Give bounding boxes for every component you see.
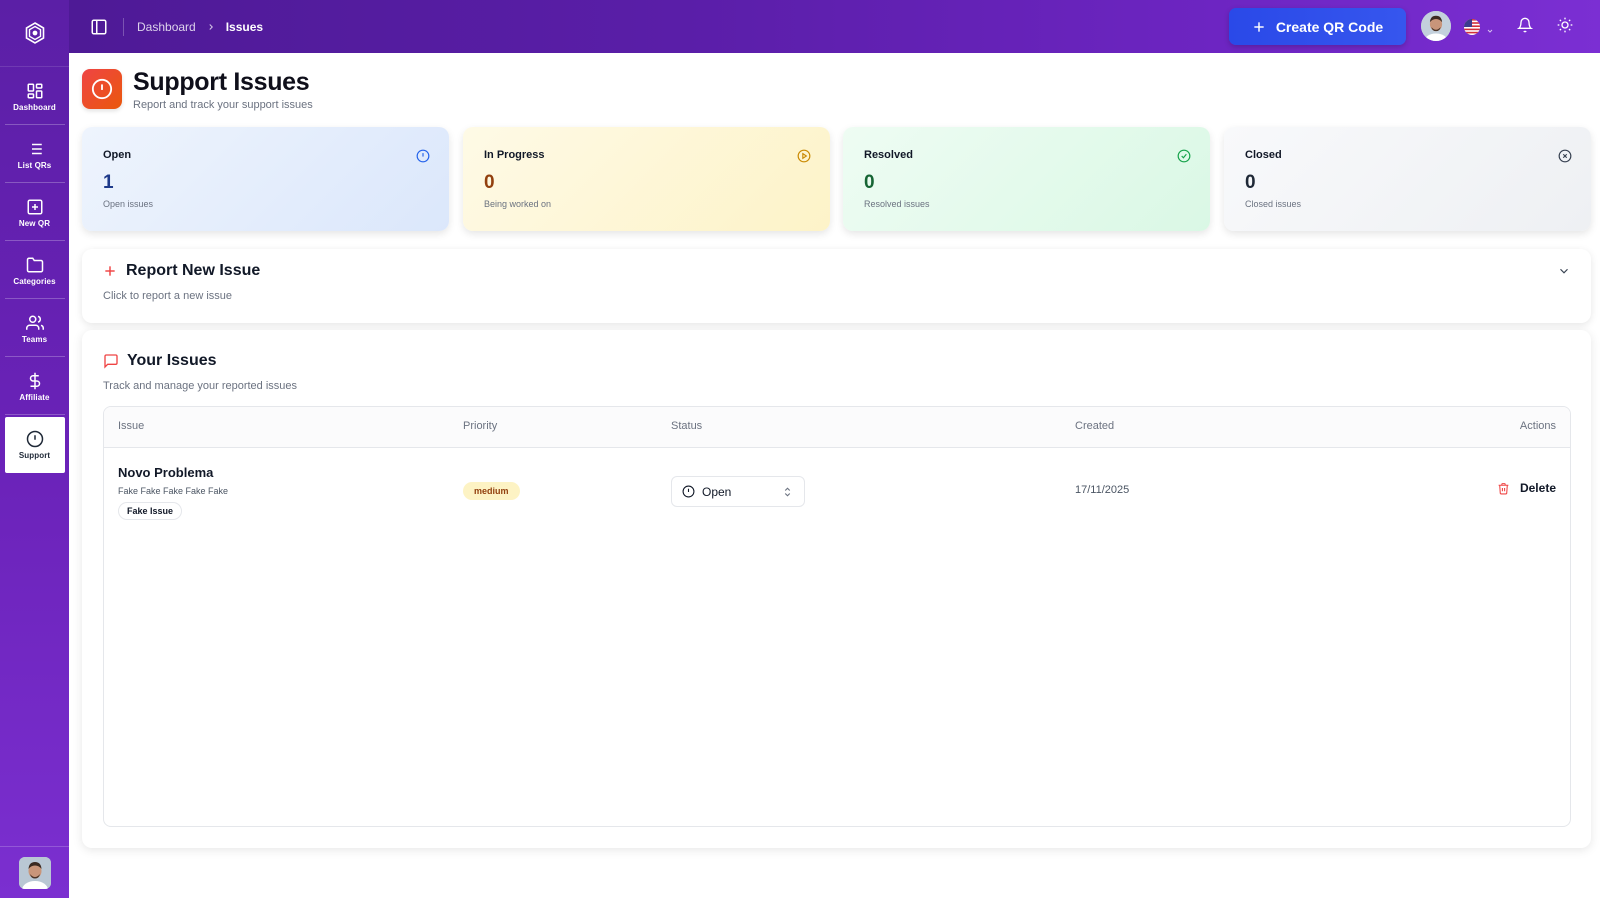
created-date: 17/11/2025 [1075, 484, 1130, 496]
alert-circle-icon [26, 430, 43, 448]
stat-description: Open issues [103, 199, 154, 209]
app-logo[interactable] [0, 0, 69, 67]
alert-circle-icon [682, 485, 695, 498]
us-flag-icon[interactable] [1464, 19, 1480, 35]
plus-icon [1254, 21, 1264, 32]
chevrons-up-down-icon [784, 487, 791, 497]
alert-circle-icon [91, 78, 113, 100]
user-photo-icon [18, 856, 51, 889]
sidebar-item-label: Dashboard [13, 102, 56, 112]
column-header-status: Status [671, 420, 703, 432]
delete-button[interactable]: Delete [1497, 481, 1556, 495]
breadcrumb: Dashboard Issues [137, 20, 263, 34]
plus-icon [105, 266, 115, 276]
sidebar-item-list-qrs[interactable]: List QRs [4, 127, 65, 183]
list-icon [27, 143, 42, 154]
stat-value: 1 [103, 172, 114, 193]
plus-square-icon [27, 199, 42, 214]
sidebar-item-categories[interactable]: Categories [4, 243, 65, 299]
play-circle-icon [797, 149, 811, 163]
stat-value: 0 [484, 172, 495, 193]
issue-description: Fake Fake Fake Fake Fake [118, 486, 229, 496]
stat-card-resolved: Resolved 0 Resolved issues [843, 127, 1210, 231]
x-circle-icon [1558, 149, 1572, 163]
alert-circle-icon [416, 149, 430, 163]
stat-value: 0 [864, 172, 875, 193]
create-qr-code-label: Create QR Code [1275, 18, 1384, 35]
breadcrumb-current: Issues [225, 19, 264, 34]
user-photo-icon [1421, 11, 1451, 41]
report-title-text: Report New Issue [126, 262, 261, 279]
support-page-icon [82, 69, 122, 109]
dashboard-grid-icon [27, 83, 42, 98]
report-subtitle: Click to report a new issue [103, 290, 232, 302]
logo-icon [25, 22, 44, 44]
sun-icon[interactable] [1557, 17, 1573, 38]
stat-card-in-progress: In Progress 0 Being worked on [463, 127, 830, 231]
column-header-priority: Priority [463, 420, 498, 432]
page-title: Support Issues [133, 68, 310, 96]
avatar [18, 856, 51, 889]
sidebar-item-new-qr[interactable]: New QR [4, 185, 65, 241]
your-issues-title: Your Issues [127, 352, 217, 369]
report-new-issue-heading: Report New Issue [103, 262, 260, 280]
table-header: Issue Priority Status Created Actions [104, 407, 1570, 448]
sidebar-item-teams[interactable]: Teams [4, 301, 65, 357]
chevron-right-icon [206, 22, 216, 32]
sidebar-item-label: List QRs [17, 160, 52, 170]
issues-table: Issue Priority Status Created Actions No… [103, 406, 1571, 827]
user-avatar[interactable] [1421, 11, 1451, 41]
check-circle-icon [1177, 149, 1191, 163]
stat-description: Being worked on [484, 199, 552, 209]
stat-label: Closed [1245, 149, 1282, 161]
column-header-actions: Actions [1519, 420, 1556, 432]
chevron-down-icon[interactable] [1557, 264, 1571, 278]
stat-label: In Progress [484, 149, 545, 161]
sidebar-item-dashboard[interactable]: Dashboard [4, 69, 65, 125]
trash-icon [1498, 482, 1509, 494]
stat-card-open: Open 1 Open issues [82, 127, 449, 231]
your-issues-heading: Your Issues [103, 352, 217, 370]
message-square-icon [104, 354, 118, 369]
page-subtitle: Report and track your support issues [133, 99, 313, 111]
your-issues-subtitle: Track and manage your reported issues [103, 380, 298, 392]
column-header-issue: Issue [118, 420, 145, 432]
divider [123, 17, 124, 36]
sidebar-item-affiliate[interactable]: Affiliate [4, 359, 65, 415]
priority-badge: medium [463, 482, 520, 500]
stat-card-closed: Closed 0 Closed issues [1224, 127, 1591, 231]
panel-left-icon [91, 19, 107, 34]
stat-label: Resolved [864, 149, 913, 161]
chevron-down-icon[interactable] [1486, 22, 1494, 40]
issue-title: Novo Problema [118, 465, 214, 480]
sidebar-item-label: Affiliate [19, 392, 50, 402]
report-new-issue-panel[interactable]: Report New Issue Click to report a new i… [82, 249, 1591, 323]
issue-tag: Fake Issue [118, 502, 183, 520]
bell-icon[interactable] [1516, 17, 1534, 38]
sidebar-item-label: Support [18, 451, 51, 460]
stat-label: Open [103, 149, 132, 161]
users-icon [25, 315, 44, 330]
delete-label: Delete [1519, 481, 1556, 495]
folder-icon [26, 257, 43, 272]
column-header-created: Created [1075, 420, 1115, 432]
sidebar-item-label: New QR [18, 218, 51, 228]
status-select[interactable]: Open [671, 476, 805, 507]
sidebar-item-label: Categories [13, 276, 56, 286]
breadcrumb-dashboard-link[interactable]: Dashboard [137, 20, 196, 34]
stat-value: 0 [1245, 172, 1256, 193]
status-value: Open [702, 484, 732, 499]
your-issues-panel: Your Issues Track and manage your report… [82, 330, 1591, 848]
top-bar: Dashboard Issues Create QR Code [69, 0, 1600, 53]
create-qr-code-button[interactable]: Create QR Code [1229, 8, 1406, 45]
table-row: Novo Problema Fake Fake Fake Fake Fake F… [104, 448, 1570, 534]
dollar-icon [29, 372, 40, 389]
stat-description: Resolved issues [864, 199, 930, 209]
sidebar-user-avatar[interactable] [0, 846, 69, 898]
sidebar-item-label: Teams [21, 334, 48, 344]
sidebar-item-support[interactable]: Support [4, 417, 65, 473]
sidebar: Dashboard List QRs New QR Categories Tea… [0, 0, 69, 898]
stat-description: Closed issues [1245, 199, 1302, 209]
sidebar-toggle-button[interactable] [89, 17, 109, 37]
